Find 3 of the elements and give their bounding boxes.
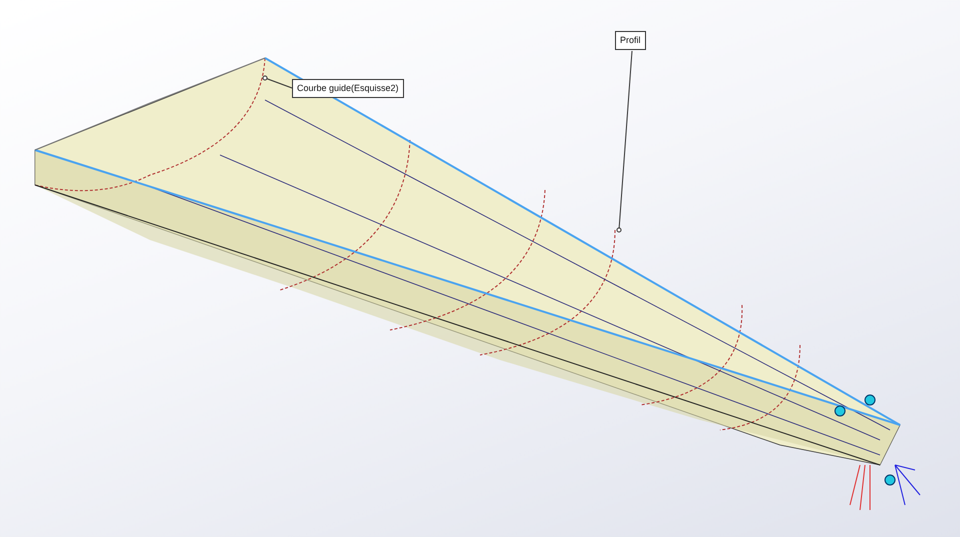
leader-line: [262, 76, 292, 88]
callout-label: Courbe guide(Esquisse2): [292, 79, 404, 98]
callout-label: Profil: [615, 31, 646, 50]
